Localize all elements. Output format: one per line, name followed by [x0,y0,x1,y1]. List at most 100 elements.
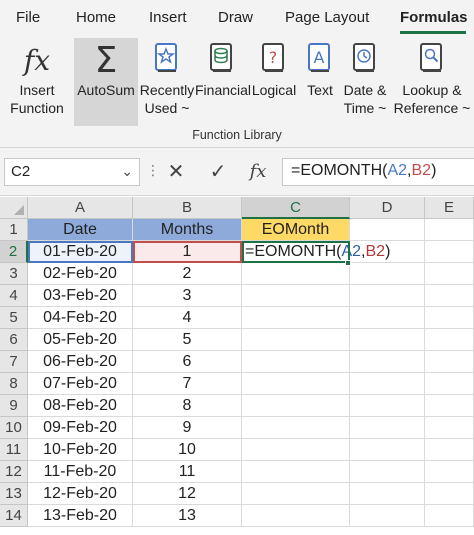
cell-d2[interactable] [350,241,425,263]
cell-e11[interactable] [425,439,474,461]
cell-c9[interactable] [242,395,350,417]
cell-d11[interactable] [350,439,425,461]
tab-page-layout[interactable]: Page Layout [285,9,369,26]
date-time-button[interactable]: Date & Time ~ [342,36,388,124]
cell-a5[interactable]: 04-Feb-20 [28,307,133,329]
cell-b8[interactable]: 7 [133,373,242,395]
cell-c11[interactable] [242,439,350,461]
cell-b14[interactable]: 13 [133,505,242,527]
row-header[interactable]: 10 [0,417,28,439]
cell-b7[interactable]: 6 [133,351,242,373]
name-box[interactable]: C2 ⌄ [4,158,140,186]
cell-d14[interactable] [350,505,425,527]
cell-c10[interactable] [242,417,350,439]
cell-a9[interactable]: 08-Feb-20 [28,395,133,417]
cell-c5[interactable] [242,307,350,329]
enter-check-icon[interactable]: ✓ [204,158,232,186]
row-header[interactable]: 8 [0,373,28,395]
row-header[interactable]: 14 [0,505,28,527]
cell-e5[interactable] [425,307,474,329]
cell-c14[interactable] [242,505,350,527]
cell-c1[interactable]: EOMonth [242,219,350,241]
cell-e9[interactable] [425,395,474,417]
row-header[interactable]: 6 [0,329,28,351]
cell-b3[interactable]: 2 [133,263,242,285]
tab-draw[interactable]: Draw [218,9,253,26]
text-button[interactable]: A Text [300,36,340,124]
cell-d12[interactable] [350,461,425,483]
recently-used-button[interactable]: Recently Used ~ [139,36,195,124]
cell-c7[interactable] [242,351,350,373]
cell-b1[interactable]: Months [133,219,242,241]
row-header[interactable]: 7 [0,351,28,373]
row-header[interactable]: 13 [0,483,28,505]
cell-b4[interactable]: 3 [133,285,242,307]
cell-c13[interactable] [242,483,350,505]
cell-a8[interactable]: 07-Feb-20 [28,373,133,395]
cell-b2[interactable]: 1 [133,241,242,263]
cell-a6[interactable]: 05-Feb-20 [28,329,133,351]
cell-e12[interactable] [425,461,474,483]
column-header-c[interactable]: C [242,197,350,219]
cell-a10[interactable]: 09-Feb-20 [28,417,133,439]
cell-d3[interactable] [350,263,425,285]
cell-a4[interactable]: 03-Feb-20 [28,285,133,307]
cell-d13[interactable] [350,483,425,505]
row-header[interactable]: 5 [0,307,28,329]
cell-d5[interactable] [350,307,425,329]
autosum-button[interactable]: Σ AutoSum [74,38,138,126]
cell-e7[interactable] [425,351,474,373]
cancel-icon[interactable]: ✕ [162,158,190,186]
cell-d10[interactable] [350,417,425,439]
column-header-b[interactable]: B [133,197,242,219]
cell-b11[interactable]: 10 [133,439,242,461]
row-header[interactable]: 11 [0,439,28,461]
cell-c6[interactable] [242,329,350,351]
cell-a2[interactable]: 01-Feb-20 [28,241,133,263]
select-all-corner[interactable] [0,197,28,219]
cell-d4[interactable] [350,285,425,307]
cell-c3[interactable] [242,263,350,285]
cell-b6[interactable]: 5 [133,329,242,351]
lookup-reference-button[interactable]: Lookup & Reference ~ [392,36,472,124]
cell-a7[interactable]: 06-Feb-20 [28,351,133,373]
cell-a13[interactable]: 12-Feb-20 [28,483,133,505]
cell-e1[interactable] [425,219,474,241]
row-header[interactable]: 4 [0,285,28,307]
cell-d1[interactable] [350,219,425,241]
fill-handle[interactable] [345,260,351,266]
cell-a12[interactable]: 11-Feb-20 [28,461,133,483]
tab-formulas[interactable]: Formulas [400,9,468,26]
cell-e8[interactable] [425,373,474,395]
cell-d7[interactable] [350,351,425,373]
cell-b9[interactable]: 8 [133,395,242,417]
logical-button[interactable]: ? Logical [250,36,298,124]
cell-c12[interactable] [242,461,350,483]
cell-a11[interactable]: 10-Feb-20 [28,439,133,461]
cell-e10[interactable] [425,417,474,439]
chevron-down-icon[interactable]: ⌄ [121,163,133,180]
column-header-e[interactable]: E [425,197,474,219]
cell-d8[interactable] [350,373,425,395]
cell-e3[interactable] [425,263,474,285]
financial-button[interactable]: Financial [195,36,251,124]
row-header[interactable]: 3 [0,263,28,285]
cell-b12[interactable]: 11 [133,461,242,483]
tab-insert[interactable]: Insert [149,9,187,26]
cell-e4[interactable] [425,285,474,307]
cell-a14[interactable]: 13-Feb-20 [28,505,133,527]
cell-e6[interactable] [425,329,474,351]
insert-function-fx-icon[interactable]: fx [244,158,272,186]
tab-file[interactable]: File [16,9,40,26]
row-header[interactable]: 2 [0,241,28,263]
cell-a3[interactable]: 02-Feb-20 [28,263,133,285]
cell-b5[interactable]: 4 [133,307,242,329]
insert-function-button[interactable]: fx Insert Function [6,36,68,124]
column-header-a[interactable]: A [28,197,133,219]
cell-d9[interactable] [350,395,425,417]
cell-c4[interactable] [242,285,350,307]
cell-d6[interactable] [350,329,425,351]
formula-input[interactable]: =EOMONTH(A2,B2) [282,158,474,186]
cell-a1[interactable]: Date [28,219,133,241]
cell-c2[interactable]: =EOMONTH(A2,B2) [242,241,390,263]
